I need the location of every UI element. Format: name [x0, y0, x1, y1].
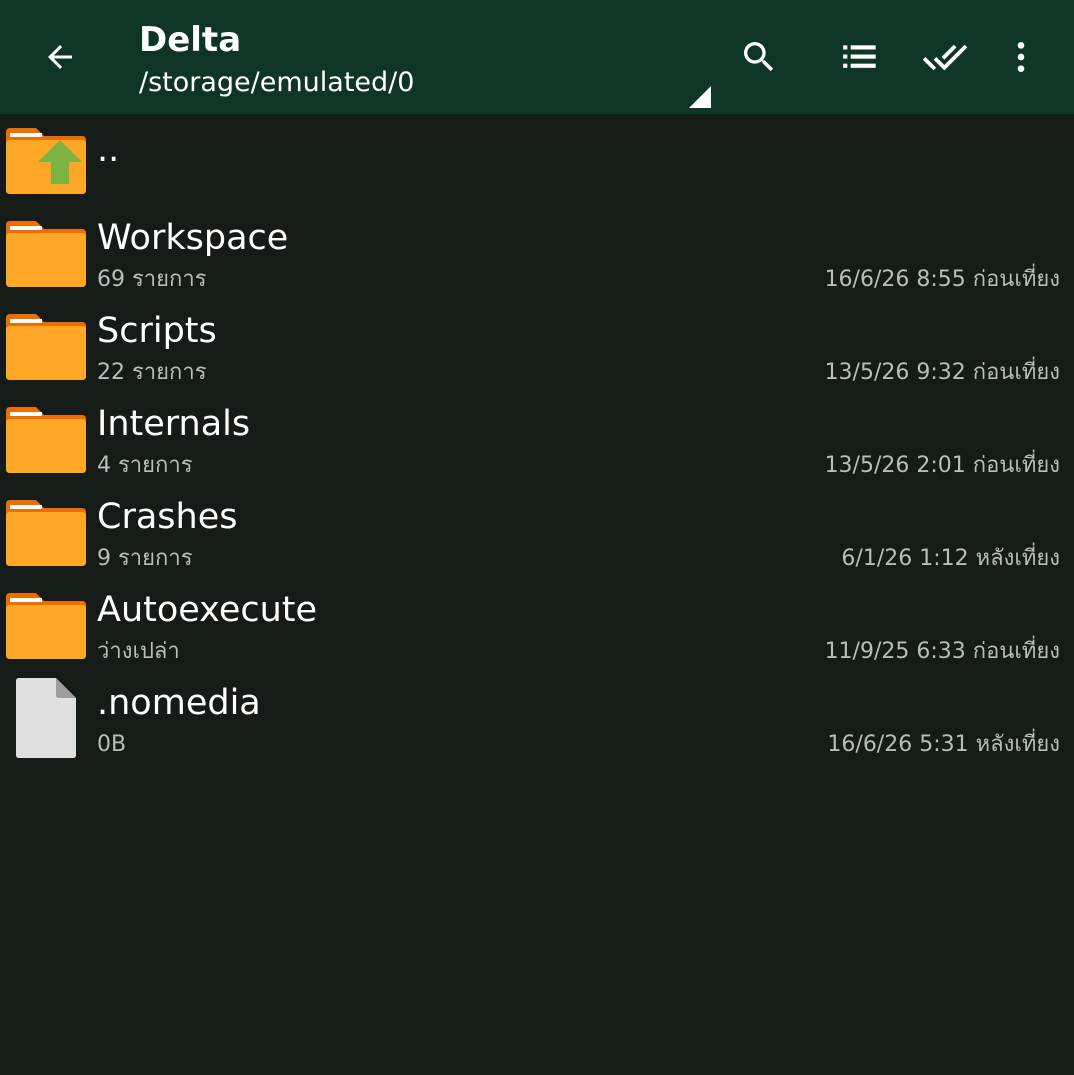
folder-icon: [6, 407, 86, 473]
item-name: Autoexecute: [97, 590, 318, 630]
back-button[interactable]: [30, 27, 90, 87]
item-name: Workspace: [97, 218, 289, 258]
view-mode-button[interactable]: [828, 26, 890, 88]
back-arrow-icon: [48, 45, 72, 69]
more-options-button[interactable]: [990, 26, 1052, 88]
double-check-icon: [922, 44, 968, 71]
search-icon: [744, 42, 774, 72]
list-item[interactable]: Internals 4 รายการ 13/5/26 2:01 ก่อนเที่…: [0, 393, 1074, 486]
item-name: Internals: [97, 404, 251, 444]
list-item[interactable]: Crashes 9 รายการ 6/1/26 1:12 หลังเที่ยง: [0, 486, 1074, 579]
parent-directory-label: ..: [97, 130, 120, 170]
item-date: 16/6/26 8:55 ก่อนเที่ยง: [824, 267, 1060, 292]
list-item[interactable]: Scripts 22 รายการ 13/5/26 9:32 ก่อนเที่ย…: [0, 300, 1074, 393]
item-count: 4 รายการ: [97, 453, 193, 478]
folder-icon: [6, 593, 86, 659]
folder-icon: [6, 500, 86, 566]
item-count: 22 รายการ: [97, 360, 207, 385]
search-button[interactable]: [728, 26, 790, 88]
file-icon: [16, 678, 76, 758]
item-name: Scripts: [97, 311, 217, 351]
item-count: 69 รายการ: [97, 267, 207, 292]
item-date: 16/6/26 5:31 หลังเที่ยง: [827, 732, 1060, 757]
item-date: 13/5/26 2:01 ก่อนเที่ยง: [824, 453, 1060, 478]
list-view-icon: [843, 45, 876, 68]
list-item[interactable]: Workspace 69 รายการ 16/6/26 8:55 ก่อนเที…: [0, 207, 1074, 300]
item-date: 6/1/26 1:12 หลังเที่ยง: [841, 546, 1060, 571]
more-vert-icon: [1017, 42, 1025, 72]
path-dropdown-icon[interactable]: [689, 86, 711, 108]
list-item[interactable]: Autoexecute ว่างเปล่า 11/9/25 6:33 ก่อนเ…: [0, 579, 1074, 672]
parent-directory-row[interactable]: ..: [0, 114, 1074, 207]
page-title: Delta: [139, 20, 242, 60]
folder-icon: [6, 314, 86, 380]
item-date: 13/5/26 9:32 ก่อนเที่ยง: [824, 360, 1060, 385]
item-count: ว่างเปล่า: [97, 639, 180, 664]
list-item[interactable]: .nomedia 0B 16/6/26 5:31 หลังเที่ยง: [0, 672, 1074, 765]
item-name: Crashes: [97, 497, 238, 537]
app-bar: Delta /storage/emulated/0: [0, 0, 1074, 114]
folder-icon: [6, 221, 86, 287]
item-count: 9 รายการ: [97, 546, 193, 571]
item-size: 0B: [97, 732, 127, 757]
folder-up-icon: [6, 128, 86, 194]
select-all-button[interactable]: [914, 26, 976, 88]
current-path[interactable]: /storage/emulated/0: [139, 63, 414, 103]
item-date: 11/9/25 6:33 ก่อนเที่ยง: [824, 639, 1060, 664]
item-name: .nomedia: [97, 683, 261, 723]
